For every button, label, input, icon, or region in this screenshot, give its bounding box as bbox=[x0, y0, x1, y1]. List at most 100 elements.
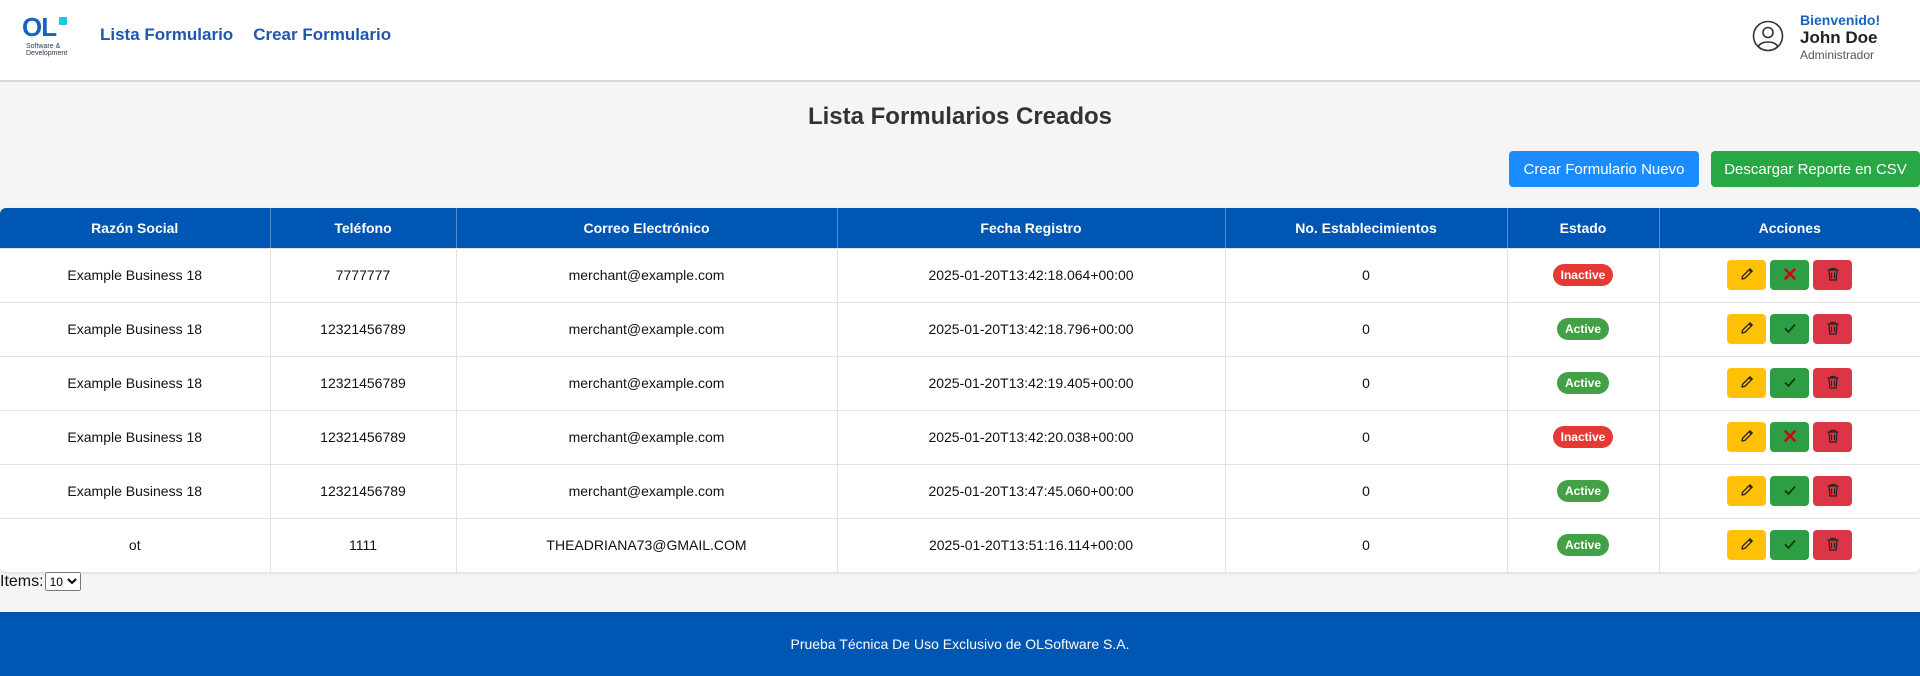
main-nav: Lista Formulario Crear Formulario bbox=[100, 25, 391, 45]
edit-button[interactable] bbox=[1727, 530, 1767, 561]
trash-icon bbox=[1825, 482, 1841, 501]
cell-fecha-registro: 2025-01-20T13:42:20.038+00:00 bbox=[837, 409, 1226, 464]
column-header[interactable]: Estado bbox=[1507, 208, 1660, 248]
user-info[interactable]: Bienvenido! John Doe Administrador bbox=[1752, 12, 1900, 68]
cell-razon-social: Example Business 18 bbox=[0, 463, 271, 518]
x-icon bbox=[1782, 428, 1798, 447]
create-form-button[interactable]: Crear Formulario Nuevo bbox=[1509, 151, 1699, 187]
deactivate-button[interactable] bbox=[1770, 476, 1810, 506]
cell-estado: Active bbox=[1507, 463, 1660, 518]
delete-button[interactable] bbox=[1813, 368, 1853, 398]
delete-button[interactable] bbox=[1813, 422, 1853, 452]
cell-establecimientos: 0 bbox=[1225, 301, 1508, 356]
nav-lista-formulario[interactable]: Lista Formulario bbox=[100, 25, 233, 45]
cell-establecimientos: 0 bbox=[1225, 355, 1508, 410]
cell-razon-social: Example Business 18 bbox=[0, 247, 271, 302]
trash-icon bbox=[1825, 536, 1841, 555]
column-header[interactable]: Razón Social bbox=[0, 208, 271, 248]
status-badge: Active bbox=[1556, 480, 1610, 502]
pencil-icon bbox=[1739, 374, 1755, 393]
row-actions bbox=[1727, 368, 1853, 398]
cell-fecha-registro: 2025-01-20T13:42:19.405+00:00 bbox=[837, 355, 1226, 410]
logo-text: OL bbox=[22, 12, 57, 42]
trash-icon bbox=[1825, 374, 1841, 393]
edit-button[interactable] bbox=[1727, 260, 1767, 290]
delete-button[interactable] bbox=[1813, 314, 1853, 344]
footer: Prueba Técnica De Uso Exclusivo de OLSof… bbox=[0, 612, 1920, 676]
trash-icon bbox=[1825, 320, 1841, 339]
status-badge: Inactive bbox=[1552, 426, 1614, 448]
edit-button[interactable] bbox=[1727, 368, 1767, 398]
delete-button[interactable] bbox=[1813, 530, 1853, 561]
cell-telefono: 1111 bbox=[270, 517, 457, 572]
pencil-icon bbox=[1739, 482, 1755, 501]
pencil-icon bbox=[1739, 320, 1755, 339]
check-icon bbox=[1782, 320, 1798, 339]
cell-establecimientos: 0 bbox=[1225, 247, 1508, 302]
status-badge: Active bbox=[1556, 372, 1610, 394]
row-actions bbox=[1727, 530, 1853, 561]
table-row: ot 1111 THEADRIANA73@GMAIL.COM 2025-01-20T1… bbox=[0, 517, 1920, 572]
edit-button[interactable] bbox=[1727, 314, 1767, 344]
pencil-icon bbox=[1739, 536, 1755, 555]
table-row: Example Business 18 12321456789 merchant@e… bbox=[0, 355, 1920, 410]
download-csv-button[interactable]: Descargar Reporte en CSV bbox=[1711, 151, 1920, 187]
cell-razon-social: Example Business 18 bbox=[0, 301, 271, 356]
deactivate-button[interactable] bbox=[1770, 368, 1810, 398]
status-badge: Inactive bbox=[1552, 264, 1614, 286]
trash-icon bbox=[1825, 428, 1841, 447]
cell-fecha-registro: 2025-01-20T13:42:18.796+00:00 bbox=[837, 301, 1226, 356]
column-header[interactable]: Correo Electrónico bbox=[456, 208, 838, 248]
deactivate-button[interactable] bbox=[1770, 314, 1810, 344]
cell-acciones bbox=[1659, 355, 1920, 410]
cell-establecimientos: 0 bbox=[1225, 463, 1508, 518]
cell-fecha-registro: 2025-01-20T13:47:45.060+00:00 bbox=[837, 463, 1226, 518]
cell-correo: merchant@example.com bbox=[456, 409, 838, 464]
cell-fecha-registro: 2025-01-20T13:42:18.064+00:00 bbox=[837, 247, 1226, 302]
delete-button[interactable] bbox=[1813, 476, 1853, 506]
items-per-page-select[interactable]: 10 bbox=[44, 572, 81, 591]
cell-telefono: 12321456789 bbox=[270, 409, 457, 464]
edit-button[interactable] bbox=[1727, 476, 1767, 506]
forms-table: Razón Social Teléfono Correo Electrónico… bbox=[0, 208, 1920, 572]
footer-text: Prueba Técnica De Uso Exclusivo de OLSof… bbox=[790, 636, 1130, 652]
user-circle-icon bbox=[1752, 20, 1784, 52]
cell-acciones bbox=[1659, 247, 1920, 302]
pagination: Items: 10 bbox=[0, 572, 81, 591]
cell-acciones bbox=[1659, 301, 1920, 356]
cell-telefono: 12321456789 bbox=[270, 301, 457, 356]
column-header[interactable]: Fecha Registro bbox=[837, 208, 1226, 248]
user-text: Bienvenido! John Doe Administrador bbox=[1800, 12, 1880, 62]
cell-correo: merchant@example.com bbox=[456, 247, 838, 302]
top-navbar: OL Software & Development Lista Formular… bbox=[0, 0, 1920, 82]
cell-acciones bbox=[1659, 409, 1920, 464]
cell-telefono: 12321456789 bbox=[270, 463, 457, 518]
row-actions bbox=[1727, 422, 1853, 452]
column-header[interactable]: Teléfono bbox=[270, 208, 457, 248]
company-logo[interactable]: OL Software & Development bbox=[22, 14, 78, 60]
column-header[interactable]: No. Establecimientos bbox=[1225, 208, 1508, 248]
cell-acciones bbox=[1659, 517, 1920, 572]
cell-estado: Inactive bbox=[1507, 247, 1660, 302]
items-label: Items: bbox=[0, 572, 44, 590]
check-icon bbox=[1782, 374, 1798, 393]
activate-button[interactable] bbox=[1770, 260, 1810, 290]
nav-crear-formulario[interactable]: Crear Formulario bbox=[253, 25, 391, 45]
logo-accent bbox=[59, 17, 67, 25]
logo-subtitle: Software & Development bbox=[26, 43, 68, 57]
cell-estado: Inactive bbox=[1507, 409, 1660, 464]
deactivate-button[interactable] bbox=[1770, 530, 1810, 561]
cell-telefono: 7777777 bbox=[270, 247, 457, 302]
cell-correo: merchant@example.com bbox=[456, 301, 838, 356]
edit-button[interactable] bbox=[1727, 422, 1767, 452]
cell-razon-social: ot bbox=[0, 517, 271, 572]
check-icon bbox=[1782, 536, 1798, 555]
column-header: Acciones bbox=[1659, 208, 1920, 248]
cell-telefono: 12321456789 bbox=[270, 355, 457, 410]
cell-establecimientos: 0 bbox=[1225, 409, 1508, 464]
table-row: Example Business 18 12321456789 merchant@e… bbox=[0, 463, 1920, 518]
cell-correo: THEADRIANA73@GMAIL.COM bbox=[456, 517, 838, 572]
activate-button[interactable] bbox=[1770, 422, 1810, 452]
delete-button[interactable] bbox=[1813, 260, 1853, 290]
cell-fecha-registro: 2025-01-20T13:51:16.114+00:00 bbox=[837, 517, 1226, 572]
